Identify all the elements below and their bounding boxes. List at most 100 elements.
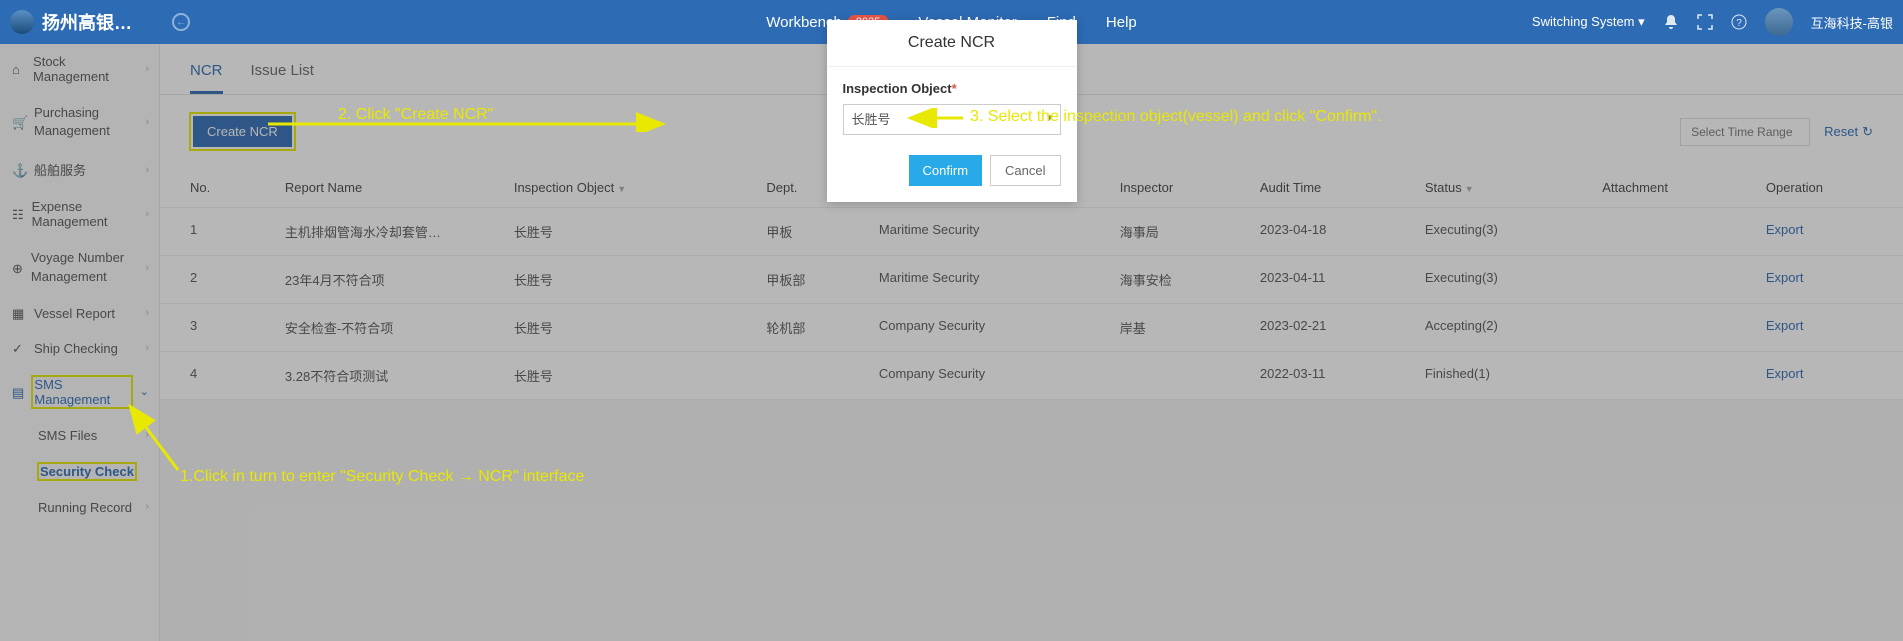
chevron-right-icon: › [145,307,149,319]
cell-audit: 2023-04-11 [1250,256,1415,304]
username: 互海科技-高银 [1811,13,1893,32]
fullscreen-icon[interactable] [1697,14,1713,30]
col-status[interactable]: Status▼ [1415,168,1592,208]
sort-icon: ▼ [617,184,626,194]
cell-inspector [1110,352,1250,400]
cell-audit: 2023-04-18 [1250,208,1415,256]
table-row: 3安全检查-不符合项长胜号轮机部Company Security岸基2023-0… [160,304,1903,352]
table-row: 1主机排烟管海水冷却套管…长胜号甲板Maritime Security海事局20… [160,208,1903,256]
sidebar: ⌂Stock Management› 🛒Purchasing Managemen… [0,44,160,641]
app-title: 扬州高银… [42,9,132,35]
col-no: No. [160,168,275,208]
cell-inspector: 海事安检 [1110,256,1250,304]
chevron-right-icon: › [145,63,149,75]
cell-status: Executing(3) [1415,256,1592,304]
cell-no: 4 [160,352,275,400]
report-icon: ▦ [12,306,26,320]
cell-name: 安全检查-不符合项 [275,304,504,352]
anchor-icon: ⚓ [12,163,26,177]
export-link[interactable]: Export [1766,366,1804,381]
cell-attachment [1592,352,1756,400]
svg-text:?: ? [1736,18,1742,29]
sidebar-sub-sms-files[interactable]: SMS Files› [0,418,159,453]
doc-icon: ▤ [12,385,24,399]
time-range-input[interactable] [1680,118,1810,146]
cell-no: 2 [160,256,275,304]
cell-obj: 长胜号 [504,208,757,256]
bell-icon[interactable] [1663,14,1679,30]
export-link[interactable]: Export [1766,222,1804,237]
export-link[interactable]: Export [1766,270,1804,285]
sidebar-item-sms-management[interactable]: ▤SMS Management⌄ [0,366,159,418]
switching-system[interactable]: Switching System ▾ [1532,14,1645,30]
home-icon: ⌂ [12,62,25,76]
cell-op: Export [1756,208,1903,256]
cell-inspector: 岸基 [1110,304,1250,352]
help-icon[interactable]: ? [1731,14,1747,30]
cell-op: Export [1756,304,1903,352]
cell-dept: 甲板部 [756,256,869,304]
avatar[interactable] [1765,8,1793,36]
cell-dept [756,352,869,400]
cell-dept: 轮机部 [756,304,869,352]
cell-attachment [1592,208,1756,256]
table-row: 223年4月不符合项长胜号甲板部Maritime Security海事安检202… [160,256,1903,304]
cell-attachment [1592,304,1756,352]
chevron-right-icon: › [145,429,149,441]
chevron-right-icon: › [145,501,149,513]
inspection-object-label: Inspection Object* [843,81,1061,96]
inspection-object-select[interactable]: 长胜号 [843,104,1061,135]
sort-icon: ▼ [1465,184,1474,194]
sidebar-sub-security-check[interactable]: Security Check [0,453,159,490]
confirm-button[interactable]: Confirm [909,155,983,186]
chevron-right-icon: › [145,208,149,220]
cell-name: 23年4月不符合项 [275,256,504,304]
cell-audit: 2023-02-21 [1250,304,1415,352]
cart-icon: 🛒 [12,115,26,129]
database-icon: ☷ [12,207,24,221]
sidebar-item-vessel-report[interactable]: ▦Vessel Report› [0,296,159,331]
cell-audit: 2022-03-11 [1250,352,1415,400]
menu-help[interactable]: Help [1106,14,1137,31]
cell-itype: Maritime Security [869,208,1110,256]
create-ncr-modal: Create NCR Inspection Object* 长胜号 Confir… [827,20,1077,202]
cell-inspector: 海事局 [1110,208,1250,256]
cell-itype: Company Security [869,352,1110,400]
cell-attachment [1592,256,1756,304]
cell-itype: Company Security [869,304,1110,352]
cell-status: Accepting(2) [1415,304,1592,352]
reset-button[interactable]: Reset ↻ [1824,124,1873,140]
col-report-name: Report Name [275,168,504,208]
col-attachment: Attachment [1592,168,1756,208]
sidebar-item-ship-checking[interactable]: ✓Ship Checking› [0,331,159,366]
ncr-table: No. Report Name Inspection Object▼ Dept.… [160,168,1903,400]
cell-name: 主机排烟管海水冷却套管… [275,208,504,256]
cell-obj: 长胜号 [504,256,757,304]
create-ncr-button[interactable]: Create NCR [193,116,292,147]
cell-no: 1 [160,208,275,256]
sidebar-item-voyage[interactable]: ⊕Voyage Number Management› [0,239,159,295]
export-link[interactable]: Export [1766,318,1804,333]
modal-title: Create NCR [827,20,1077,67]
table-row: 43.28不符合项测试长胜号Company Security2022-03-11… [160,352,1903,400]
back-button[interactable]: ← [172,13,190,31]
tab-ncr[interactable]: NCR [190,62,223,94]
sidebar-sub-running-record[interactable]: Running Record› [0,490,159,525]
cell-status: Finished(1) [1415,352,1592,400]
sidebar-item-vessel-service[interactable]: ⚓船舶服务› [0,150,159,189]
sidebar-item-stock[interactable]: ⌂Stock Management› [0,44,159,94]
chevron-right-icon: › [145,116,149,128]
cell-obj: 长胜号 [504,304,757,352]
sidebar-item-expense[interactable]: ☷Expense Management› [0,189,159,239]
cancel-button[interactable]: Cancel [990,155,1060,186]
check-icon: ✓ [12,341,26,355]
col-operation: Operation [1756,168,1903,208]
chevron-down-icon: ⌄ [140,385,149,398]
col-inspection-object[interactable]: Inspection Object▼ [504,168,757,208]
chevron-right-icon: › [145,262,149,274]
app-logo [10,10,34,34]
cell-no: 3 [160,304,275,352]
tab-issue-list[interactable]: Issue List [251,62,314,94]
col-inspector: Inspector [1110,168,1250,208]
sidebar-item-purchasing[interactable]: 🛒Purchasing Management› [0,94,159,150]
